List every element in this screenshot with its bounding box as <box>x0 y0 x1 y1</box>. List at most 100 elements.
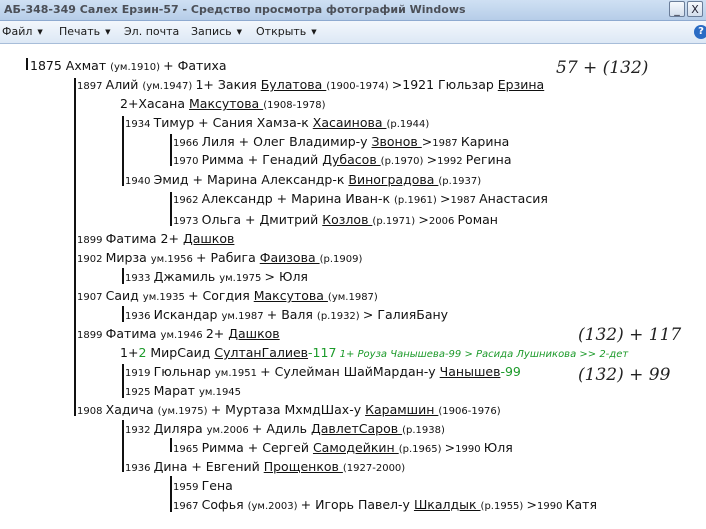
tree-line-text: 1907 Саид ум.1935 + Согдия Максутова (ум… <box>77 288 378 305</box>
tree-line <box>170 438 172 452</box>
date-note: ум.1987 <box>221 311 267 322</box>
date-note: 1899 <box>77 330 106 341</box>
text-segment: > <box>440 191 451 206</box>
text-segment: + Сулейман ШайМардан-у <box>260 364 440 379</box>
italic-text: > <box>421 134 433 149</box>
text-segment: Марат <box>153 383 199 398</box>
date-note: 1919 <box>125 368 154 379</box>
date-note: 1970 <box>173 156 202 167</box>
surname: Дубасов <box>322 152 381 167</box>
tree-line-text: 1899 Фатима ум.1946 2+ Дашков <box>77 326 280 343</box>
italic-text: > <box>426 152 438 167</box>
date-note: 1992 <box>437 156 466 167</box>
surname: Максутова <box>253 288 328 303</box>
date-note: 1990 <box>455 444 484 455</box>
person-name: Ахмат <box>65 58 111 73</box>
tree-line <box>74 78 76 416</box>
date-note: (ум.1947) <box>142 81 196 92</box>
date-note: 1987 <box>450 195 480 206</box>
date-note: ум.1975 <box>219 273 265 284</box>
tree-line-text: 2+Хасана Максутова (1908-1978) <box>120 96 326 113</box>
surname: Фаизова <box>259 250 320 265</box>
tree-line <box>170 476 172 512</box>
italic-text: > <box>444 440 456 455</box>
chevron-down-icon: ▼ <box>105 28 111 36</box>
menu-file[interactable]: Файл ▼ <box>2 25 43 38</box>
text-segment: + Игорь Павел-у <box>300 497 414 512</box>
menu-file-label: Файл <box>2 25 33 38</box>
italic-text: + Сания Хамза-к <box>198 115 313 130</box>
tree-line-text: 1936 Дина + Евгений Прощенков (1927-2000… <box>125 459 405 476</box>
menu-email[interactable]: Эл. почта <box>124 25 179 38</box>
surname: Дашков <box>182 231 235 246</box>
menu-burn[interactable]: Запись ▼ <box>191 25 242 38</box>
menu-email-label: Эл. почта <box>124 25 180 38</box>
date-note: 1933 <box>125 273 154 284</box>
handwritten-note: (132) + 117 <box>578 325 682 345</box>
green-note: 1+ Роуза Чанышева-99 > Расида Лушникова … <box>336 349 629 360</box>
tree-line-text: 1902 Мирза ум.1956 + Рабига Фаизова (р.1… <box>77 250 362 267</box>
window-title: АБ-348-349 Салех Ерзин-57 - Средство про… <box>4 3 466 16</box>
help-icon[interactable]: ? <box>694 25 706 39</box>
italic-text: Юля <box>483 440 513 455</box>
minimize-button[interactable]: _ <box>669 1 685 17</box>
text-segment: 2+ <box>160 231 183 246</box>
date-note: 1934 <box>125 119 154 130</box>
surname: Дашков <box>228 326 280 341</box>
text-segment: + Муртаза МхмдШах-у <box>210 402 366 417</box>
menu-burn-label: Запись <box>191 25 232 38</box>
date-note: (р.1955) <box>480 501 527 512</box>
date-note: (р.1965) <box>398 444 445 455</box>
menu-print[interactable]: Печать ▼ <box>59 25 111 38</box>
tree-line-text: 1959 Гена <box>173 478 233 495</box>
date-note: ум.1935 <box>142 292 189 303</box>
date-note: 1940 <box>125 176 154 187</box>
text-segment: Гена <box>201 478 233 493</box>
date-note: (1900-1974) <box>326 81 392 92</box>
date-note: 1962 <box>173 195 202 206</box>
date-note: 2006 <box>428 216 458 227</box>
tree-line-text: 1933 Джамиль ум.1975 > Юля <box>125 269 308 286</box>
menu-open[interactable]: Открыть ▼ <box>256 25 317 38</box>
text-segment: 1+ <box>195 77 218 92</box>
tree-line-text: 1967 Софья (ум.2003) + Игорь Павел-у Шка… <box>173 497 597 514</box>
date-note: 1967 <box>173 501 202 512</box>
date-note: 1990 <box>537 501 566 512</box>
text-segment: + Евгений <box>191 459 264 474</box>
menu-print-label: Печать <box>59 25 101 38</box>
date-note: 1987 <box>432 138 461 149</box>
italic-text: + Фатиха <box>163 58 227 73</box>
italic-text: Катя <box>565 497 597 512</box>
surname: Козлов <box>322 212 373 227</box>
close-button[interactable]: X <box>687 1 703 17</box>
italic-text: Софья <box>201 497 248 512</box>
date-note: ум.1956 <box>150 254 197 265</box>
date-note: 1899 <box>77 235 106 246</box>
italic-text: Закия <box>217 77 261 92</box>
date-note: 1936 <box>125 463 154 474</box>
text-segment: 2+Хасана <box>120 96 189 111</box>
date-note: 1925 <box>125 387 154 398</box>
tree-line <box>26 58 28 70</box>
chevron-down-icon: ▼ <box>236 28 243 36</box>
italic-text: >1921 Гюльзар <box>391 77 498 92</box>
tree-line <box>74 402 76 416</box>
tree-line <box>122 306 124 322</box>
date-note: 1902 <box>77 254 106 265</box>
date-note: 1908 <box>77 406 106 417</box>
green-note: 2 <box>138 345 151 360</box>
surname: Хасаинова <box>312 115 387 130</box>
date-note: ум.2006 <box>206 425 252 436</box>
date-note: 1932 <box>125 425 154 436</box>
date-note: (ум.2003) <box>247 501 301 512</box>
text-segment: + Олег Владимир-у <box>238 134 372 149</box>
date-note: (ум.1975) <box>157 406 211 417</box>
italic-text: + Согдия <box>188 288 254 303</box>
surname: Звонов <box>371 134 422 149</box>
tree-line <box>122 116 124 186</box>
tree-line-text: 1875 Ахмат (ум.1910) + Фатиха <box>30 58 227 75</box>
person-name: Джамиль <box>153 269 220 284</box>
italic-text: Римма <box>201 440 248 455</box>
tree-line <box>122 420 124 472</box>
date-note: (р.1971) <box>372 216 419 227</box>
